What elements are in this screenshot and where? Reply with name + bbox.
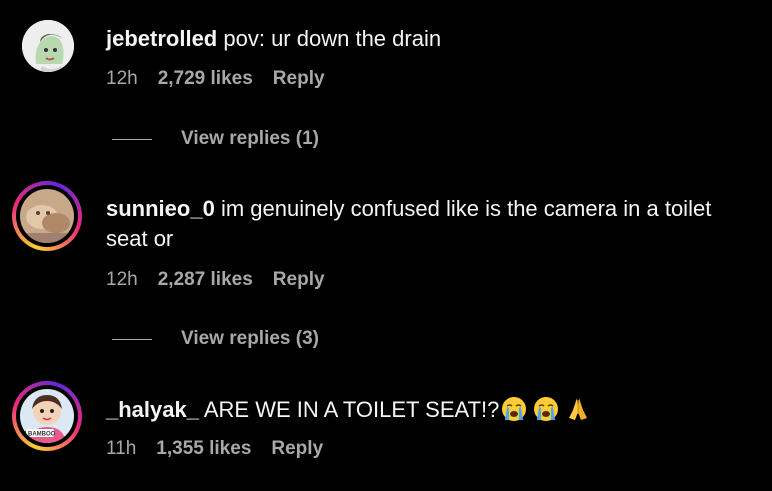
avatar[interactable]: I BAMBOO: [12, 381, 82, 451]
comment-username[interactable]: sunnieo_0: [106, 196, 215, 221]
reply-button[interactable]: Reply: [271, 438, 323, 460]
loudly-crying-face-icon: [502, 397, 527, 421]
comment-time: 12h: [106, 68, 138, 89]
avatar[interactable]: [22, 20, 74, 72]
comment-text: _halyak_ ARE WE IN A TOILET SEAT!?: [106, 395, 756, 425]
reply-button[interactable]: Reply: [273, 68, 325, 90]
replies-divider: [112, 138, 152, 140]
comment-likes[interactable]: 2,287 likes: [158, 269, 253, 291]
comment-meta: 12h 2,729 likes Reply: [106, 68, 325, 90]
replies-divider: [112, 338, 152, 340]
comment-likes[interactable]: 2,729 likes: [158, 68, 253, 90]
comment-text: jebetrolled pov: ur down the drain: [106, 24, 756, 54]
comment-text: sunnieo_0 im genuinely confused like is …: [106, 194, 756, 254]
avatar-cartoon-icon: I BAMBOO: [20, 389, 74, 443]
comment-body: ARE WE IN A TOILET SEAT!?: [203, 397, 500, 422]
comment-meta: 12h 2,287 likes Reply: [106, 269, 325, 291]
view-replies-button[interactable]: View replies (3): [112, 328, 319, 350]
comment-username[interactable]: jebetrolled: [106, 26, 217, 51]
view-replies-label: View replies (3): [181, 328, 319, 349]
view-replies-label: View replies (1): [181, 128, 319, 149]
reply-button[interactable]: Reply: [273, 269, 325, 291]
comment-meta: 11h 1,355 likes Reply: [106, 438, 323, 460]
comment-likes[interactable]: 1,355 likes: [156, 438, 251, 460]
avatar-face-mask-icon: [22, 20, 74, 72]
avatar-badge-text: I BAMBOO: [25, 432, 56, 438]
comment-time: 12h: [106, 269, 138, 290]
loudly-crying-face-icon: [534, 397, 559, 421]
comment-time: 11h: [106, 438, 137, 459]
folded-hands-icon: [569, 398, 588, 420]
comment-username[interactable]: _halyak_: [106, 397, 199, 422]
comment-body: pov: ur down the drain: [223, 26, 442, 51]
avatar-photo-icon: [20, 189, 74, 243]
view-replies-button[interactable]: View replies (1): [112, 128, 319, 150]
avatar[interactable]: [12, 181, 82, 251]
